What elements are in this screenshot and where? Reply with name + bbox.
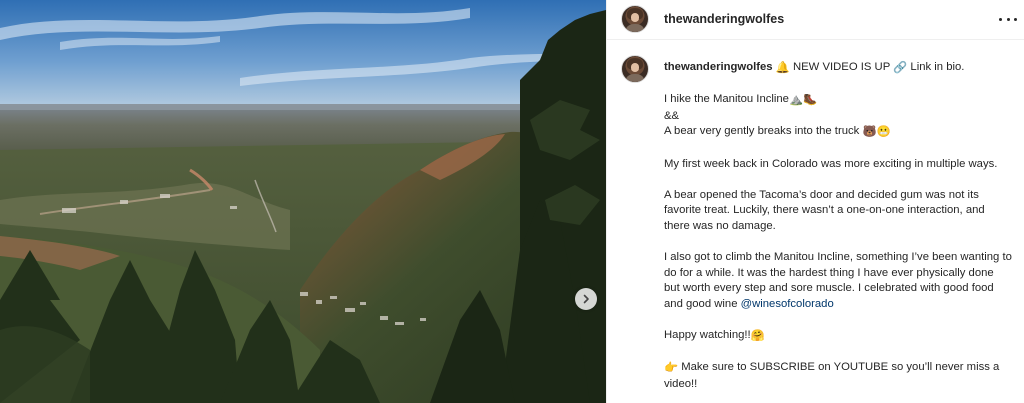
caption-p3: A bear opened the Tacoma’s door and deci… bbox=[664, 188, 985, 232]
post-header: thewanderingwolfes bbox=[607, 0, 1024, 40]
more-options-icon[interactable] bbox=[999, 11, 1017, 27]
caption-p2: My first week back in Colorado was more … bbox=[664, 157, 998, 170]
caption-avatar[interactable] bbox=[621, 55, 649, 83]
mountain-icon: ⛰️ bbox=[788, 94, 804, 107]
caption-username[interactable]: thewanderingwolfes bbox=[664, 61, 773, 73]
header-username[interactable]: thewanderingwolfes bbox=[664, 12, 784, 26]
mountain-landscape-image bbox=[0, 0, 606, 403]
caption-headline-tail: Link in bio. bbox=[910, 61, 965, 73]
chevron-right-icon bbox=[583, 294, 589, 304]
grimace-emoji-icon: 😬 bbox=[876, 126, 891, 139]
caption-p6: Make sure to SUBSCRIBE on YOUTUBE so you… bbox=[664, 361, 1000, 390]
avatar[interactable] bbox=[621, 5, 649, 33]
caption-text: thewanderingwolfes 🔔 NEW VIDEO IS UP 🔗 L… bbox=[664, 60, 1012, 392]
post-photo bbox=[0, 0, 606, 403]
link-icon: 🔗 bbox=[893, 62, 908, 74]
caption-p4: I also got to climb the Manitou Incline,… bbox=[664, 251, 1012, 310]
caption-p5: Happy watching!! bbox=[664, 329, 751, 342]
mention-link[interactable]: @winesofcolorado bbox=[741, 298, 834, 310]
smile-emoji-icon: 🤗 bbox=[750, 330, 765, 343]
caption-p1-line2: && bbox=[664, 109, 680, 122]
hiking-boot-icon: 🥾 bbox=[803, 94, 818, 107]
bell-icon: 🔔 bbox=[775, 62, 790, 74]
pointing-hand-icon: 👉 bbox=[664, 362, 679, 375]
post-details-panel: thewanderingwolfes thewanderingwolfes 🔔 … bbox=[606, 0, 1024, 403]
next-photo-button[interactable] bbox=[575, 288, 597, 310]
caption-p1-line3: A bear very gently breaks into the truck bbox=[664, 125, 860, 138]
caption-headline: NEW VIDEO IS UP bbox=[792, 61, 891, 73]
bear-icon: 🐻 bbox=[862, 126, 877, 139]
caption-p1-line1: I hike the Manitou Incline bbox=[664, 93, 789, 106]
